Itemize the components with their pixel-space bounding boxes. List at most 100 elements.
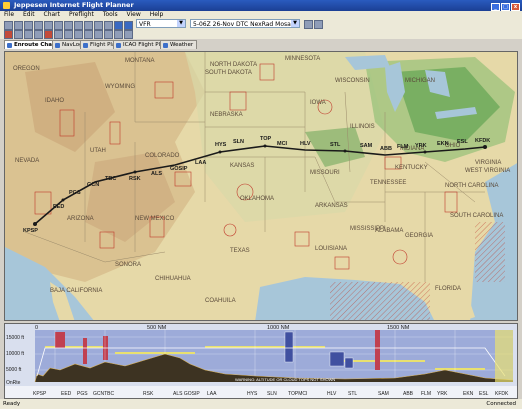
waypoint-label: KPSP bbox=[23, 228, 38, 234]
profile-svg: 0 500 NM 1000 NM 1500 NM 15000 ft 10000 … bbox=[5, 324, 517, 398]
region-label: IOWA bbox=[310, 100, 326, 106]
zoom-in-icon[interactable] bbox=[4, 21, 13, 30]
waypoint-marker[interactable] bbox=[218, 150, 222, 154]
region-label: MISSOURI bbox=[310, 170, 340, 176]
profile-waypoint: PGS bbox=[77, 391, 88, 397]
waypoint-label: HLV bbox=[300, 141, 311, 147]
title-bar: Jeppesen Internet Flight Planner _ □ x bbox=[0, 0, 522, 11]
vertical-profile-panel[interactable]: 0 500 NM 1000 NM 1500 NM 15000 ft 10000 … bbox=[4, 323, 518, 399]
wind-icon[interactable] bbox=[94, 30, 103, 39]
region-label: UTAH bbox=[90, 148, 106, 154]
satellite-icon[interactable] bbox=[84, 30, 93, 39]
zoom-out-icon[interactable] bbox=[14, 21, 23, 30]
waypoint-marker[interactable] bbox=[133, 170, 137, 174]
help-icon[interactable] bbox=[104, 21, 113, 30]
profile-waypoint: HYS bbox=[247, 391, 258, 397]
app-icon bbox=[3, 2, 10, 9]
waypoint-label: ALS bbox=[151, 171, 162, 177]
region-label: WISCONSIN bbox=[335, 78, 370, 84]
region-label: MONTANA bbox=[125, 58, 155, 64]
altitude-tick: 15000 ft bbox=[6, 335, 25, 341]
grid-icon[interactable] bbox=[54, 30, 63, 39]
region-label: SOUTH CAROLINA bbox=[450, 213, 503, 219]
open-icon[interactable] bbox=[84, 21, 93, 30]
route-icon[interactable] bbox=[44, 21, 53, 30]
select-icon[interactable] bbox=[34, 21, 43, 30]
radar-icon[interactable] bbox=[74, 30, 83, 39]
weather-icon[interactable] bbox=[4, 30, 13, 39]
warning-area bbox=[330, 282, 430, 320]
waypoint-label: ESL bbox=[457, 139, 468, 145]
waypoint-label: TBC bbox=[105, 176, 116, 182]
stop-icon[interactable] bbox=[314, 20, 323, 29]
menu-edit[interactable]: Edit bbox=[23, 11, 35, 18]
waypoint-label: MCI bbox=[277, 141, 288, 147]
menu-view[interactable]: View bbox=[127, 11, 141, 18]
close-button[interactable]: x bbox=[511, 3, 520, 11]
waypoint-label: SLN bbox=[233, 139, 244, 145]
minimize-button[interactable]: _ bbox=[491, 3, 500, 11]
distance-tick: 1000 NM bbox=[267, 325, 290, 331]
enroute-chart-map[interactable]: NORTH DAKOTA SOUTH DAKOTA WYOMING NEBRAS… bbox=[4, 51, 518, 321]
map-svg[interactable]: NORTH DAKOTA SOUTH DAKOTA WYOMING NEBRAS… bbox=[5, 52, 518, 321]
tfr-icon[interactable] bbox=[44, 30, 53, 39]
region-label: FLORIDA bbox=[435, 286, 461, 292]
waypoint-marker[interactable] bbox=[33, 222, 37, 226]
menu-file[interactable]: File bbox=[4, 11, 14, 18]
waypoint-label: FLM bbox=[397, 144, 409, 150]
menu-bar: File Edit Chart Preflight Tools View Hel… bbox=[0, 11, 522, 19]
tab-weather[interactable]: Weather bbox=[160, 40, 198, 49]
distance-tick: 500 NM bbox=[147, 325, 167, 331]
warning-area bbox=[475, 222, 505, 282]
profile-waypoint: SAM bbox=[378, 391, 389, 397]
play-icon[interactable] bbox=[304, 20, 313, 29]
waypoint-marker[interactable] bbox=[263, 144, 267, 148]
profile-waypoint: ESL bbox=[479, 391, 489, 397]
flight-rules-select[interactable]: VFR ▼ bbox=[136, 19, 186, 28]
layer-icon[interactable] bbox=[14, 30, 23, 39]
region-label: LOUISIANA bbox=[315, 246, 347, 252]
destination-band bbox=[495, 330, 513, 382]
notam-icon[interactable] bbox=[124, 30, 133, 39]
menu-tools[interactable]: Tools bbox=[103, 11, 118, 18]
weather-icon bbox=[163, 43, 168, 48]
region-label: ARIZONA bbox=[67, 216, 94, 222]
airport-icon[interactable] bbox=[114, 21, 123, 30]
waypoint-marker[interactable] bbox=[61, 198, 65, 202]
metar-icon[interactable] bbox=[104, 30, 113, 39]
label-icon[interactable] bbox=[64, 30, 73, 39]
chevron-down-icon: ▼ bbox=[291, 20, 299, 27]
profile-waypoint: ALS GOSIP bbox=[173, 391, 200, 397]
maximize-button[interactable]: □ bbox=[501, 3, 510, 11]
waypoint-label: RSK bbox=[129, 176, 141, 182]
waypoint-label: EED bbox=[53, 204, 64, 210]
save-icon[interactable] bbox=[74, 21, 83, 30]
menu-help[interactable]: Help bbox=[150, 11, 164, 18]
menu-preflight[interactable]: Preflight bbox=[69, 11, 94, 18]
flight-rules-value: VFR bbox=[139, 21, 151, 28]
terrain-icon[interactable] bbox=[24, 30, 33, 39]
region-label: NEBRASKA bbox=[210, 112, 243, 118]
waypoint-label: KFDK bbox=[475, 138, 490, 144]
profile-waypoint: STL bbox=[348, 391, 357, 397]
refresh-icon[interactable] bbox=[94, 21, 103, 30]
profile-waypoint: HLV bbox=[327, 391, 337, 397]
airspace-icon[interactable] bbox=[34, 30, 43, 39]
waypoint-label: TOP bbox=[260, 136, 272, 142]
menu-chart[interactable]: Chart bbox=[44, 11, 61, 18]
region-label: COAHUILA bbox=[205, 298, 236, 304]
region-label: MINNESOTA bbox=[285, 56, 320, 62]
print-icon[interactable] bbox=[64, 21, 73, 30]
waypoint-marker[interactable] bbox=[483, 145, 487, 149]
overlay-select[interactable]: 5-06Z 26-Nov DTC NexRad Mosaic ▼ bbox=[190, 19, 300, 28]
waypoint-marker[interactable] bbox=[343, 149, 347, 153]
region-label: SONORA bbox=[115, 262, 141, 268]
pan-icon[interactable] bbox=[24, 21, 33, 30]
navaid-icon[interactable] bbox=[124, 21, 133, 30]
taf-icon[interactable] bbox=[114, 30, 123, 39]
region-label: GEORGIA bbox=[405, 233, 433, 239]
connection-status: Connected bbox=[486, 401, 516, 407]
measure-icon[interactable] bbox=[54, 21, 63, 30]
waypoint-label: PGS bbox=[69, 190, 81, 196]
region-label: KANSAS bbox=[230, 163, 254, 169]
